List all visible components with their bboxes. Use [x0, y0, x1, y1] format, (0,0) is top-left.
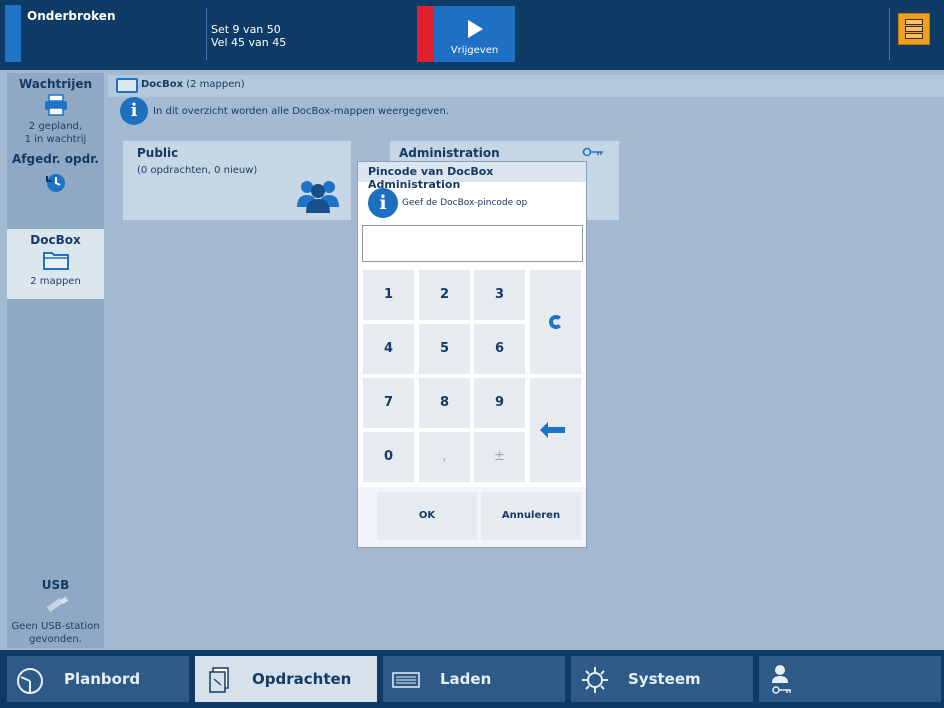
backspace-button[interactable]: [530, 378, 581, 482]
nav-laden[interactable]: Laden: [383, 656, 565, 702]
sidebar-item-label: Wachtrijen: [18, 77, 93, 91]
sidebar-item-printed-jobs[interactable]: Afgedr. opdr.: [7, 152, 104, 222]
divider: [889, 8, 890, 60]
job-progress: Set 9 van 50 Vel 45 van 45: [211, 23, 286, 49]
dialog-info-text: Geef de DocBox-pincode op: [402, 198, 528, 208]
key-4[interactable]: 4: [363, 324, 414, 374]
nav-label: Opdrachten: [252, 670, 352, 688]
sidebar-item-queues[interactable]: Wachtrijen 2 gepland, 1 in wachtrij: [7, 77, 104, 149]
clear-icon: [548, 314, 563, 329]
info-text: In dit overzicht worden alle DocBox-mapp…: [153, 106, 449, 117]
sidebar-item-usb[interactable]: USB Geen USB-station gevonden.: [7, 578, 104, 648]
folder-title: Administration: [399, 146, 500, 160]
key-plus-minus: ±: [474, 432, 525, 482]
sheet-progress: Vel 45 van 45: [211, 36, 287, 49]
cancel-button[interactable]: Annuleren: [481, 492, 581, 540]
breadcrumb: DocBox (2 mappen): [108, 75, 944, 97]
folder-icon: [42, 252, 69, 270]
user-key-icon: [772, 665, 791, 694]
clock-icon: [17, 668, 43, 694]
nav-label: Laden: [440, 670, 492, 688]
printer-status: Onderbroken: [27, 9, 116, 23]
key-6[interactable]: 6: [474, 324, 525, 374]
key-5[interactable]: 5: [419, 324, 470, 374]
nav-planbord[interactable]: Planbord: [7, 656, 189, 702]
dialog-footer: OK Annuleren: [358, 487, 586, 547]
clear-button[interactable]: [530, 270, 581, 374]
key-1[interactable]: 1: [363, 270, 414, 320]
info-icon: i: [120, 97, 148, 125]
breadcrumb-name: DocBox: [141, 79, 184, 90]
printer-icon: [44, 94, 67, 116]
status-indicator: [5, 5, 21, 62]
nav-label: Planbord: [64, 670, 141, 688]
set-progress: Set 9 van 50: [211, 23, 281, 36]
release-button[interactable]: Vrijgeven: [434, 6, 515, 62]
nav-systeem[interactable]: Systeem: [571, 656, 753, 702]
sidebar: Wachtrijen 2 gepland, 1 in wachtrij Afge…: [7, 73, 104, 648]
release-label: Vrijgeven: [450, 45, 499, 56]
key-comma: ,: [419, 432, 470, 482]
queue-waiting: 1 in wachtrij: [24, 134, 87, 145]
bottom-navigation: Planbord Opdrachten Laden Systeem: [0, 650, 944, 708]
pincode-input[interactable]: [362, 225, 583, 262]
usb-icon: [46, 596, 68, 613]
folder-title: Public: [137, 146, 179, 160]
keypad: 1 2 3 4 5 6 7 8 9 0 , ±: [362, 268, 583, 484]
key-3[interactable]: 3: [474, 270, 525, 320]
nav-label: Systeem: [628, 670, 701, 688]
top-status-bar: Onderbroken Set 9 van 50 Vel 45 van 45 V…: [0, 0, 944, 70]
history-icon: [45, 174, 65, 192]
sidebar-item-label: DocBox: [30, 233, 81, 247]
key-8[interactable]: 8: [419, 378, 470, 428]
play-icon: [468, 20, 483, 38]
docbox-folder-public[interactable]: Public (0 opdrachten, 0 nieuw): [123, 141, 351, 220]
queue-scheduled: 2 gepland,: [28, 121, 83, 132]
sidebar-item-label: USB: [41, 578, 70, 592]
backspace-arrow-icon: [539, 421, 565, 438]
dialog-title: Pincode van DocBox Administration: [358, 162, 586, 191]
server-button[interactable]: [898, 13, 930, 45]
jobs-icon: [209, 667, 229, 693]
usb-status-line1: Geen USB-station: [11, 621, 100, 632]
error-indicator: [417, 6, 434, 62]
key-2[interactable]: 2: [419, 270, 470, 320]
info-icon: i: [368, 188, 398, 218]
nav-opdrachten[interactable]: Opdrachten: [195, 656, 377, 702]
breadcrumb-count: (2 mappen): [186, 79, 245, 90]
ok-button[interactable]: OK: [377, 492, 477, 540]
paper-tray-icon: [392, 672, 420, 688]
nav-user[interactable]: [759, 656, 941, 702]
group-icon: [297, 181, 339, 213]
divider: [206, 8, 207, 60]
usb-status-line2: gevonden.: [29, 634, 82, 645]
server-icon-row: [905, 33, 923, 39]
server-icon: [905, 19, 923, 25]
key-9[interactable]: 9: [474, 378, 525, 428]
sidebar-item-label: Afgedr. opdr.: [12, 152, 99, 166]
server-icon-row: [905, 26, 923, 32]
folder-icon: [116, 78, 138, 93]
key-7[interactable]: 7: [363, 378, 414, 428]
docbox-folder-count: 2 mappen: [30, 276, 81, 287]
key-icon: [582, 147, 603, 157]
breadcrumb-text: DocBox (2 mappen): [141, 79, 245, 90]
pincode-dialog: Pincode van DocBox Administration i Geef…: [357, 161, 587, 548]
key-0[interactable]: 0: [363, 432, 414, 482]
sidebar-item-docbox[interactable]: DocBox 2 mappen: [7, 229, 104, 299]
folder-stats: (0 opdrachten, 0 nieuw): [137, 165, 258, 176]
gear-icon: [582, 667, 608, 693]
